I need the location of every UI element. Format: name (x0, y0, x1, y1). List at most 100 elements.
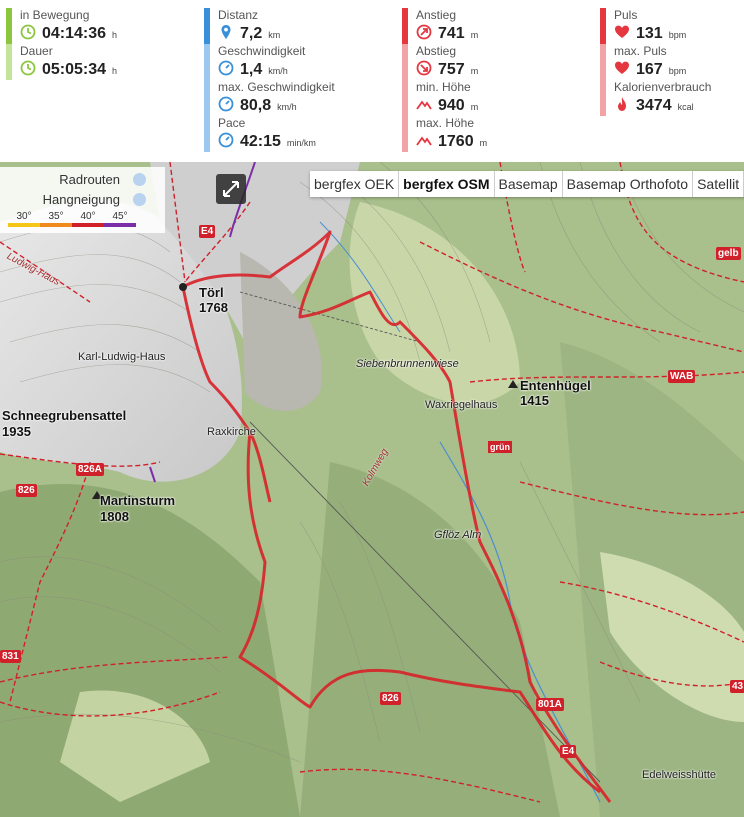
stat-bar (402, 44, 408, 80)
ascent-icon (416, 24, 432, 40)
stat-value: 167 (636, 61, 663, 78)
stat-value: 131 (636, 25, 663, 42)
stat-col2-1: Geschwindigkeit 1,4 km/h (204, 44, 394, 80)
stat-unit: m (470, 30, 479, 40)
slope-label: 45° (112, 211, 128, 222)
label-entenhugel: Entenhügel (520, 378, 591, 393)
slope-scale-item: 35° (40, 211, 72, 227)
stat-label: Abstieg (416, 44, 457, 58)
legend-hangneigung[interactable]: Hangneigung (0, 191, 160, 209)
stat-unit: m (470, 66, 479, 76)
layer-option[interactable]: bergfex OSM (399, 171, 495, 197)
slope-label: 35° (48, 211, 64, 222)
distance-stats: Distanz 7,2 km Geschwindigkeit 1,4 km/h … (204, 8, 394, 158)
label-waxriegelhaus: Waxriegelhaus (425, 399, 498, 411)
stat-col4-1: max. Puls 167 bpm (600, 44, 744, 80)
stat-unit: min/km (286, 138, 316, 148)
route-tag-wab: WAB (668, 370, 696, 383)
label-entenhugel-height: 1415 (520, 393, 549, 408)
slope-label: 30° (16, 211, 32, 222)
stat-label: Anstieg (416, 8, 457, 22)
stat-bar (600, 44, 606, 80)
mountain-icon (416, 132, 432, 148)
stat-unit: km (268, 30, 281, 40)
radrouten-toggle-icon[interactable] (133, 173, 146, 186)
stat-unit: km/h (277, 102, 297, 112)
stat-value: 05:05:34 (42, 61, 107, 78)
label-martinsturm: Martinsturm (100, 493, 176, 508)
route-tag-gelb: gelb (716, 247, 741, 260)
hangneigung-toggle-icon[interactable] (133, 193, 146, 206)
stat-bar (600, 8, 606, 44)
mountain-icon (416, 96, 432, 112)
layer-option[interactable]: bergfex OEK (310, 171, 400, 197)
label-torl-height: 1768 (199, 300, 228, 315)
label-martinsturm-height: 1808 (100, 509, 129, 524)
stat-bar (402, 116, 408, 152)
stat-value: 1,4 (240, 61, 263, 78)
label-karl-ludwig-haus: Karl-Ludwig-Haus (78, 351, 166, 363)
label-gruen: grün (488, 441, 512, 453)
speedometer-icon (218, 96, 234, 112)
route-tag-831: 831 (0, 650, 21, 663)
time-stats: in Bewegung 04:14:36 h Dauer 05:05:34 h (6, 8, 196, 158)
fullscreen-button[interactable] (216, 174, 246, 204)
stat-value: 7,2 (240, 25, 263, 42)
stat-bar (204, 44, 210, 80)
stat-col3-0: Anstieg 741 m (402, 8, 592, 44)
stat-value: 757 (438, 61, 465, 78)
stat-col1-0: in Bewegung 04:14:36 h (6, 8, 196, 44)
route-tag-826a: 826A (76, 463, 104, 476)
stat-bar (204, 80, 210, 116)
legend-radrouten[interactable]: Radrouten (0, 171, 160, 189)
activity-stats-panel: in Bewegung 04:14:36 h Dauer 05:05:34 h … (0, 0, 744, 162)
map-layer-switcher: bergfex OEK bergfex OSM Basemap Basemap Ort… (310, 171, 744, 197)
label-gfloz-alm: Gflöz Alm (434, 529, 482, 541)
stat-col2-3: Pace 42:15 min/km (204, 116, 394, 152)
expand-icon (223, 181, 239, 197)
route-tag-e4-south: E4 (560, 745, 577, 758)
stat-label: Puls (614, 8, 638, 22)
label-schneegrubensattel: Schneegrubensattel (2, 408, 127, 423)
slope-scale-item: 30° (8, 211, 40, 227)
stat-label: min. Höhe (416, 80, 471, 94)
stat-col3-2: min. Höhe 940 m (402, 80, 592, 116)
pulse-stats: Puls 131 bpm max. Puls 167 bpm Kalorienv… (600, 8, 744, 158)
slope-swatch (40, 223, 72, 227)
stat-label: max. Höhe (416, 116, 475, 130)
label-siebenbrunnenwiese: Siebenbrunnenwiese (356, 358, 459, 370)
label-raxkirche: Raxkirche (207, 426, 256, 438)
speedometer-icon (218, 132, 234, 148)
descent-icon (416, 60, 432, 76)
map-view[interactable]: Törl 1768 Karl-Ludwig-Haus Schneegrubens… (0, 162, 744, 817)
route-tag-e4-north: E4 (199, 225, 216, 238)
stat-bar (204, 8, 210, 44)
stat-value: 42:15 (240, 133, 281, 150)
stat-unit: h (112, 30, 118, 40)
stat-unit: bpm (668, 30, 687, 40)
slope-scale-item: 45° (104, 211, 136, 227)
stat-value: 3474 (636, 97, 672, 114)
stat-unit: m (470, 102, 479, 112)
stat-label: Geschwindigkeit (218, 44, 306, 58)
stat-bar (6, 44, 12, 80)
stat-unit: kcal (677, 102, 694, 112)
stat-value: 940 (438, 97, 465, 114)
stat-value: 741 (438, 25, 465, 42)
stat-label: Pace (218, 116, 246, 130)
slope-swatch (72, 223, 104, 227)
elevation-stats: Anstieg 741 m Abstieg 757 m min. Höhe 94… (402, 8, 592, 158)
layer-option[interactable]: Basemap (495, 171, 563, 197)
stat-unit: km/h (268, 66, 288, 76)
stat-value: 1760 (438, 133, 474, 150)
slope-label: 40° (80, 211, 96, 222)
legend-radrouten-label: Radrouten (59, 172, 120, 187)
stat-col4-2: Kalorienverbrauch 3474 kcal (600, 80, 744, 116)
layer-option[interactable]: Basemap Orthofoto (563, 171, 694, 197)
layer-option[interactable]: Satellit (693, 171, 744, 197)
stat-label: in Bewegung (20, 8, 90, 22)
stat-label: max. Puls (614, 44, 667, 58)
stat-bar (402, 8, 408, 44)
route-tag-43: 43 (730, 680, 744, 693)
speedometer-icon (218, 60, 234, 76)
